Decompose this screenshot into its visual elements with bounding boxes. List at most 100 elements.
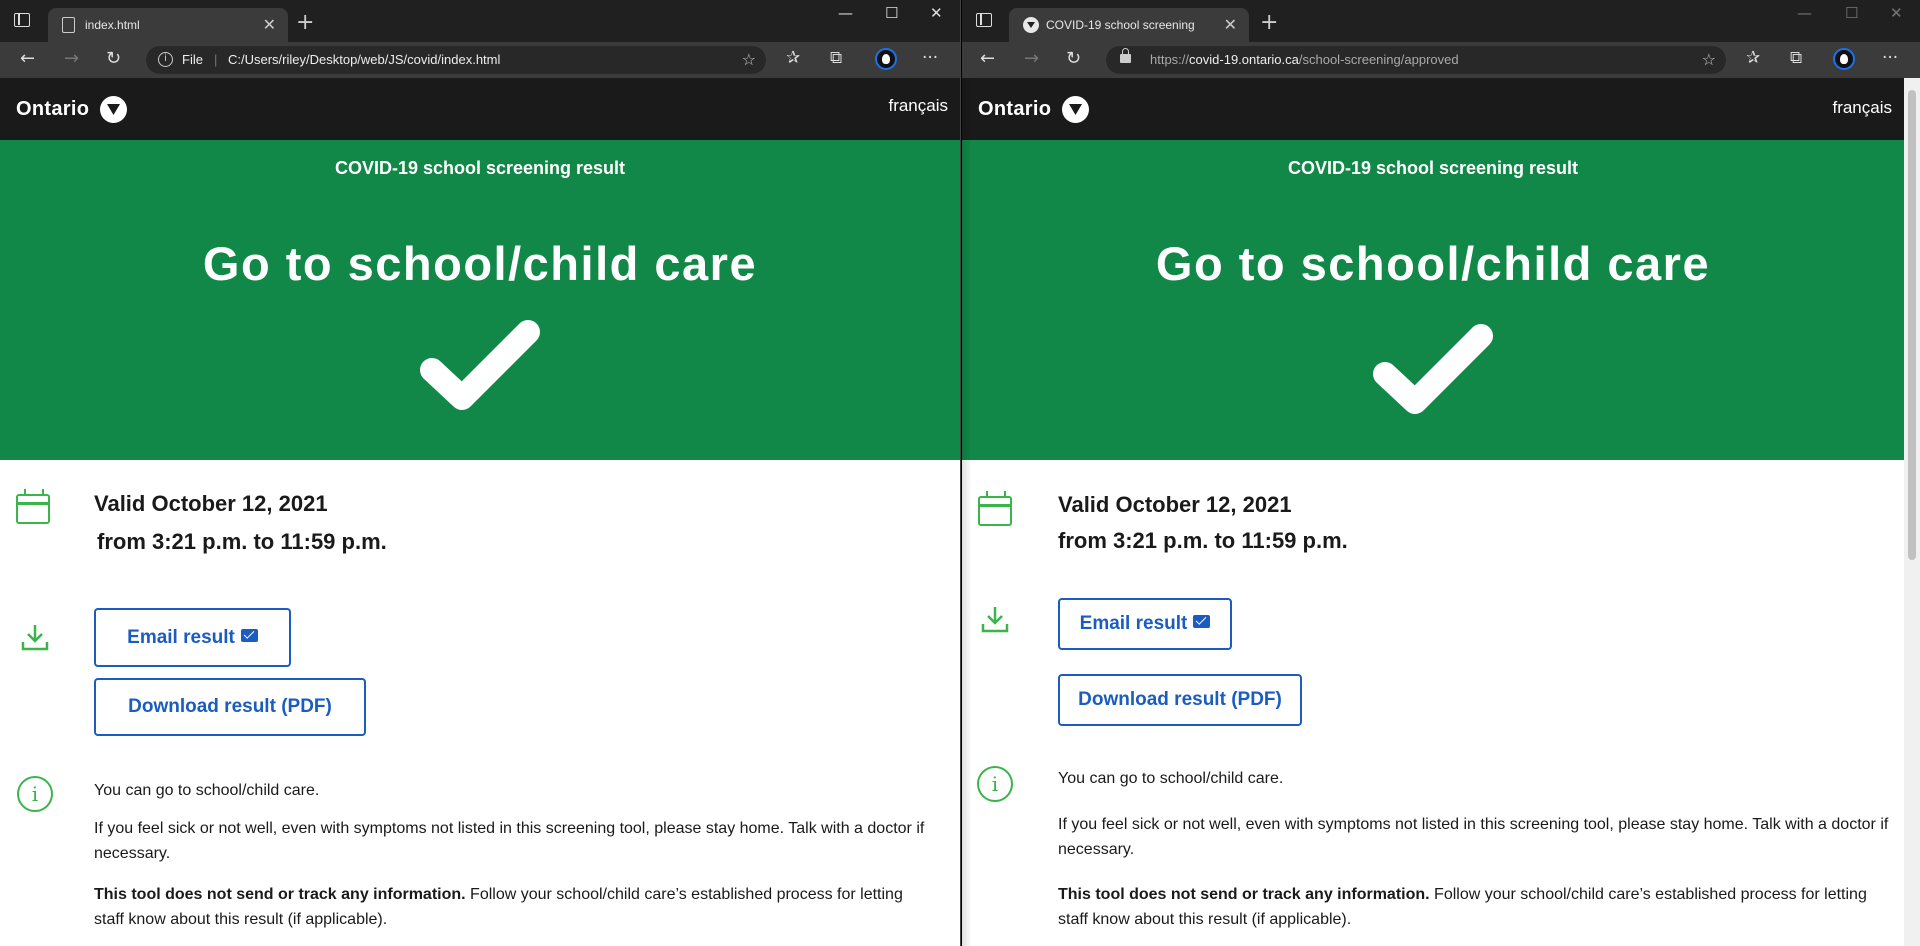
language-link[interactable]: français	[1832, 98, 1892, 118]
window-edge-shadow	[962, 78, 972, 946]
info-line: You can go to school/child care.	[94, 782, 320, 799]
ontario-logo-text[interactable]: Ontario	[978, 98, 1051, 121]
web-page: Ontario français COVID-19 school screeni…	[0, 78, 960, 946]
sidebar-icon[interactable]	[14, 13, 30, 27]
trillium-logo-icon[interactable]	[100, 96, 127, 123]
url-prefix: https://	[1150, 52, 1190, 67]
url-path: /school-screening/approved	[1298, 52, 1459, 67]
ontario-header: Ontario français	[962, 78, 1904, 140]
download-icon	[981, 607, 1009, 633]
title-bar: COVID-19 school screening ✕ + — ☐ ✕	[962, 0, 1920, 42]
result-banner: COVID-19 school screening result Go to s…	[962, 140, 1904, 460]
browser-toolbar: ← → ↻ https://covid-19.ontario.ca/school…	[962, 42, 1920, 78]
sick-advice-text: If you feel sick or not well, even with …	[1058, 816, 1889, 858]
profile-icon[interactable]	[1833, 48, 1855, 70]
profile-icon[interactable]	[875, 48, 897, 70]
email-button-label: Email result	[1079, 613, 1188, 634]
window-close-icon[interactable]: ✕	[1890, 4, 1903, 22]
sick-advice-text: If you feel sick or not well, even with …	[94, 820, 925, 862]
info-icon: i	[977, 766, 1013, 802]
right-browser-window: COVID-19 school screening ✕ + — ☐ ✕ ← → …	[962, 0, 1920, 946]
result-banner: COVID-19 school screening result Go to s…	[0, 140, 960, 460]
back-icon[interactable]: ←	[980, 48, 995, 69]
checkmark-icon	[420, 320, 540, 410]
download-result-button[interactable]: Download result (PDF)	[94, 678, 366, 736]
checkmark-icon	[1373, 324, 1493, 414]
refresh-icon[interactable]: ↻	[106, 48, 121, 69]
ontario-header: Ontario français	[0, 78, 960, 140]
favorites-icon[interactable]: ✰	[1746, 48, 1760, 68]
mail-icon	[240, 629, 258, 642]
banner-title: Go to school/child care	[1155, 237, 1711, 290]
tool-notice-text: This tool does not send or track any inf…	[1058, 882, 1878, 932]
browser-toolbar: ← → ↻ i File | C:/Users/riley/Desktop/we…	[0, 42, 960, 78]
calendar-icon	[978, 491, 1012, 526]
back-icon[interactable]: ←	[20, 48, 35, 69]
plus-icon[interactable]: +	[296, 10, 314, 35]
url-host: covid-19.ontario.ca	[1189, 52, 1299, 67]
valid-date: Valid October 12, 2021	[1058, 492, 1292, 517]
tab-title: index.html	[85, 18, 140, 32]
email-result-button[interactable]: Email result	[1058, 598, 1232, 650]
email-button-label: Email result	[127, 627, 235, 648]
info-icon: i	[17, 776, 53, 812]
more-icon[interactable]: ···	[1882, 48, 1898, 68]
more-icon[interactable]: ···	[922, 48, 938, 68]
favorite-add-icon[interactable]: ☆	[742, 50, 756, 69]
valid-date: Valid October 12, 2021	[94, 491, 328, 516]
close-icon[interactable]: ✕	[263, 15, 276, 34]
browser-tab[interactable]: index.html ✕	[48, 8, 288, 42]
collections-icon[interactable]: ⧉	[1790, 48, 1802, 68]
info-line: You can go to school/child care.	[1058, 770, 1284, 787]
minimize-icon[interactable]: —	[838, 4, 853, 22]
tab-title: COVID-19 school screening	[1046, 18, 1195, 32]
url-text[interactable]: C:/Users/riley/Desktop/web/JS/covid/inde…	[228, 52, 500, 67]
email-result-button[interactable]: Email result	[94, 608, 291, 667]
browser-tab[interactable]: COVID-19 school screening ✕	[1009, 8, 1249, 42]
favorites-icon[interactable]: ✰	[786, 48, 800, 68]
banner-subtitle: COVID-19 school screening result	[334, 158, 626, 178]
info-icon[interactable]: i	[158, 52, 173, 67]
banner-title: Go to school/child care	[202, 237, 758, 290]
trillium-logo-icon[interactable]	[1062, 96, 1089, 123]
lock-icon[interactable]	[1120, 48, 1131, 63]
plus-icon[interactable]: +	[1260, 10, 1278, 35]
page-scrollbar[interactable]	[1904, 78, 1920, 946]
tool-notice-text: This tool does not send or track any inf…	[94, 882, 934, 932]
close-icon[interactable]: ✕	[1224, 15, 1237, 34]
page-icon	[62, 17, 75, 33]
mail-icon	[1193, 615, 1211, 628]
scrollbar-thumb[interactable]	[1908, 90, 1916, 560]
address-separator: |	[214, 52, 218, 67]
download-button-label: Download result (PDF)	[128, 696, 332, 717]
forward-icon[interactable]: →	[64, 48, 79, 69]
left-browser-window: index.html ✕ + — ☐ ✕ ← → ↻ i File | C:/U…	[0, 0, 961, 946]
valid-time: from 3:21 p.m. to 11:59 p.m.	[1058, 528, 1348, 553]
ontario-logo-text[interactable]: Ontario	[16, 98, 89, 121]
url-text[interactable]: https://covid-19.ontario.ca/school-scree…	[1150, 52, 1459, 67]
address-bar[interactable]: https://covid-19.ontario.ca/school-scree…	[1106, 46, 1726, 74]
banner-subtitle: COVID-19 school screening result	[1287, 158, 1579, 178]
calendar-icon	[16, 489, 50, 524]
tool-notice-bold: This tool does not send or track any inf…	[1058, 886, 1430, 903]
maximize-icon[interactable]: ☐	[885, 4, 898, 22]
window-close-icon[interactable]: ✕	[930, 4, 943, 22]
download-button-label: Download result (PDF)	[1078, 689, 1282, 710]
sidebar-icon[interactable]	[976, 13, 992, 27]
trillium-favicon-icon	[1023, 17, 1039, 33]
title-bar: index.html ✕ + — ☐ ✕	[0, 0, 960, 42]
download-result-button[interactable]: Download result (PDF)	[1058, 674, 1302, 726]
language-link[interactable]: français	[888, 96, 948, 116]
favorite-add-icon[interactable]: ☆	[1702, 50, 1716, 69]
address-bar[interactable]: i File | C:/Users/riley/Desktop/web/JS/c…	[146, 46, 766, 74]
valid-time: from 3:21 p.m. to 11:59 p.m.	[97, 529, 387, 554]
minimize-icon[interactable]: —	[1797, 4, 1812, 22]
download-icon	[21, 625, 49, 651]
tool-notice-bold: This tool does not send or track any inf…	[94, 886, 466, 903]
refresh-icon[interactable]: ↻	[1066, 48, 1081, 69]
forward-icon[interactable]: →	[1024, 48, 1039, 69]
maximize-icon[interactable]: ☐	[1845, 4, 1858, 22]
collections-icon[interactable]: ⧉	[830, 48, 842, 68]
address-label: File	[182, 52, 203, 67]
web-page: Ontario français COVID-19 school screeni…	[962, 78, 1904, 946]
